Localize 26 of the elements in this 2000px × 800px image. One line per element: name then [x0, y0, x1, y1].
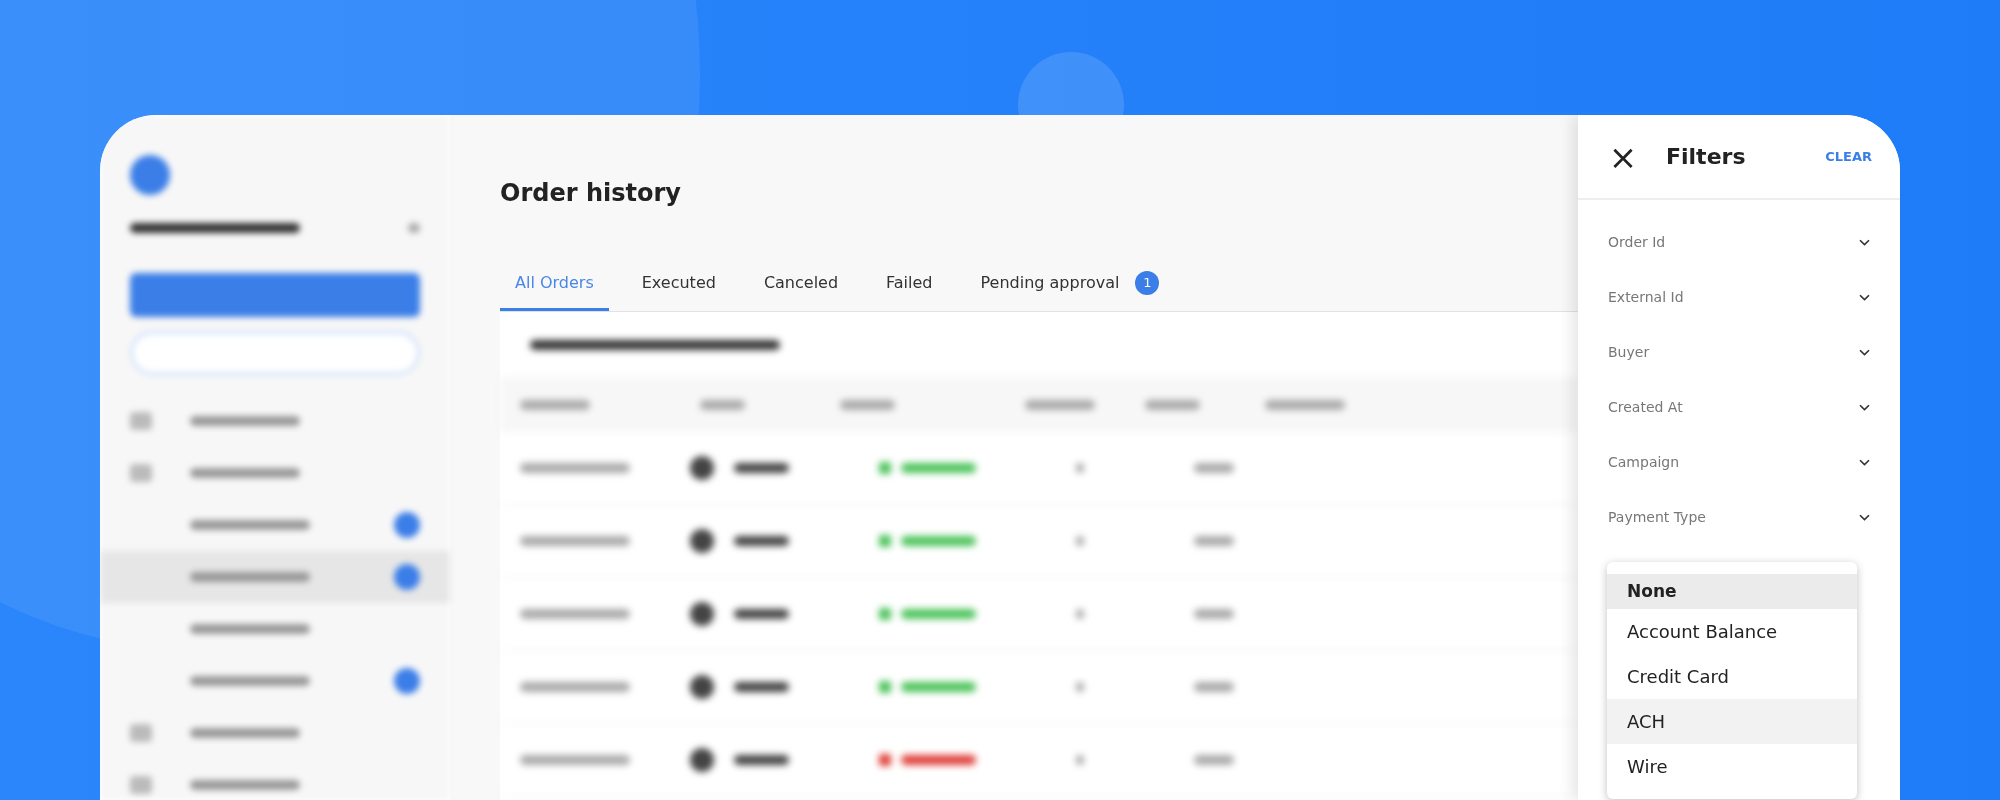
dropdown-option[interactable]: Account Balance [1607, 609, 1857, 654]
filter-item[interactable]: Payment Type [1578, 490, 1900, 545]
clear-button[interactable]: CLEAR [1825, 146, 1872, 167]
filter-item[interactable]: Buyer [1578, 325, 1900, 380]
filter-item[interactable]: External Id [1578, 270, 1900, 325]
filter-item[interactable]: Order Id [1578, 215, 1900, 270]
chevron-icon [1859, 349, 1870, 356]
filter-item[interactable]: Created At [1578, 380, 1900, 435]
dropdown-option[interactable]: Credit Card [1607, 654, 1857, 699]
tab[interactable]: Executed [626, 261, 731, 311]
chevron-icon [1859, 459, 1870, 466]
chevron-icon [1859, 239, 1870, 246]
panel-title: Filters [1666, 143, 1746, 171]
tab[interactable]: Failed [871, 261, 948, 311]
chevron-icon [1859, 404, 1870, 411]
dropdown-option[interactable]: Wire [1607, 744, 1857, 789]
page-title: Order history [500, 178, 682, 209]
tab[interactable]: Canceled [748, 261, 854, 311]
chevron-icon [1859, 514, 1870, 521]
filter-item[interactable]: Campaign [1578, 435, 1900, 490]
count-badge: 1 [1135, 271, 1160, 295]
dropdown-option[interactable]: None [1607, 574, 1857, 609]
chevron-icon [1859, 294, 1870, 301]
dropdown-option[interactable]: ACH [1607, 699, 1857, 744]
tab[interactable]: Pending approval 1 [965, 261, 1175, 311]
close-button[interactable]: × [1608, 139, 1638, 174]
